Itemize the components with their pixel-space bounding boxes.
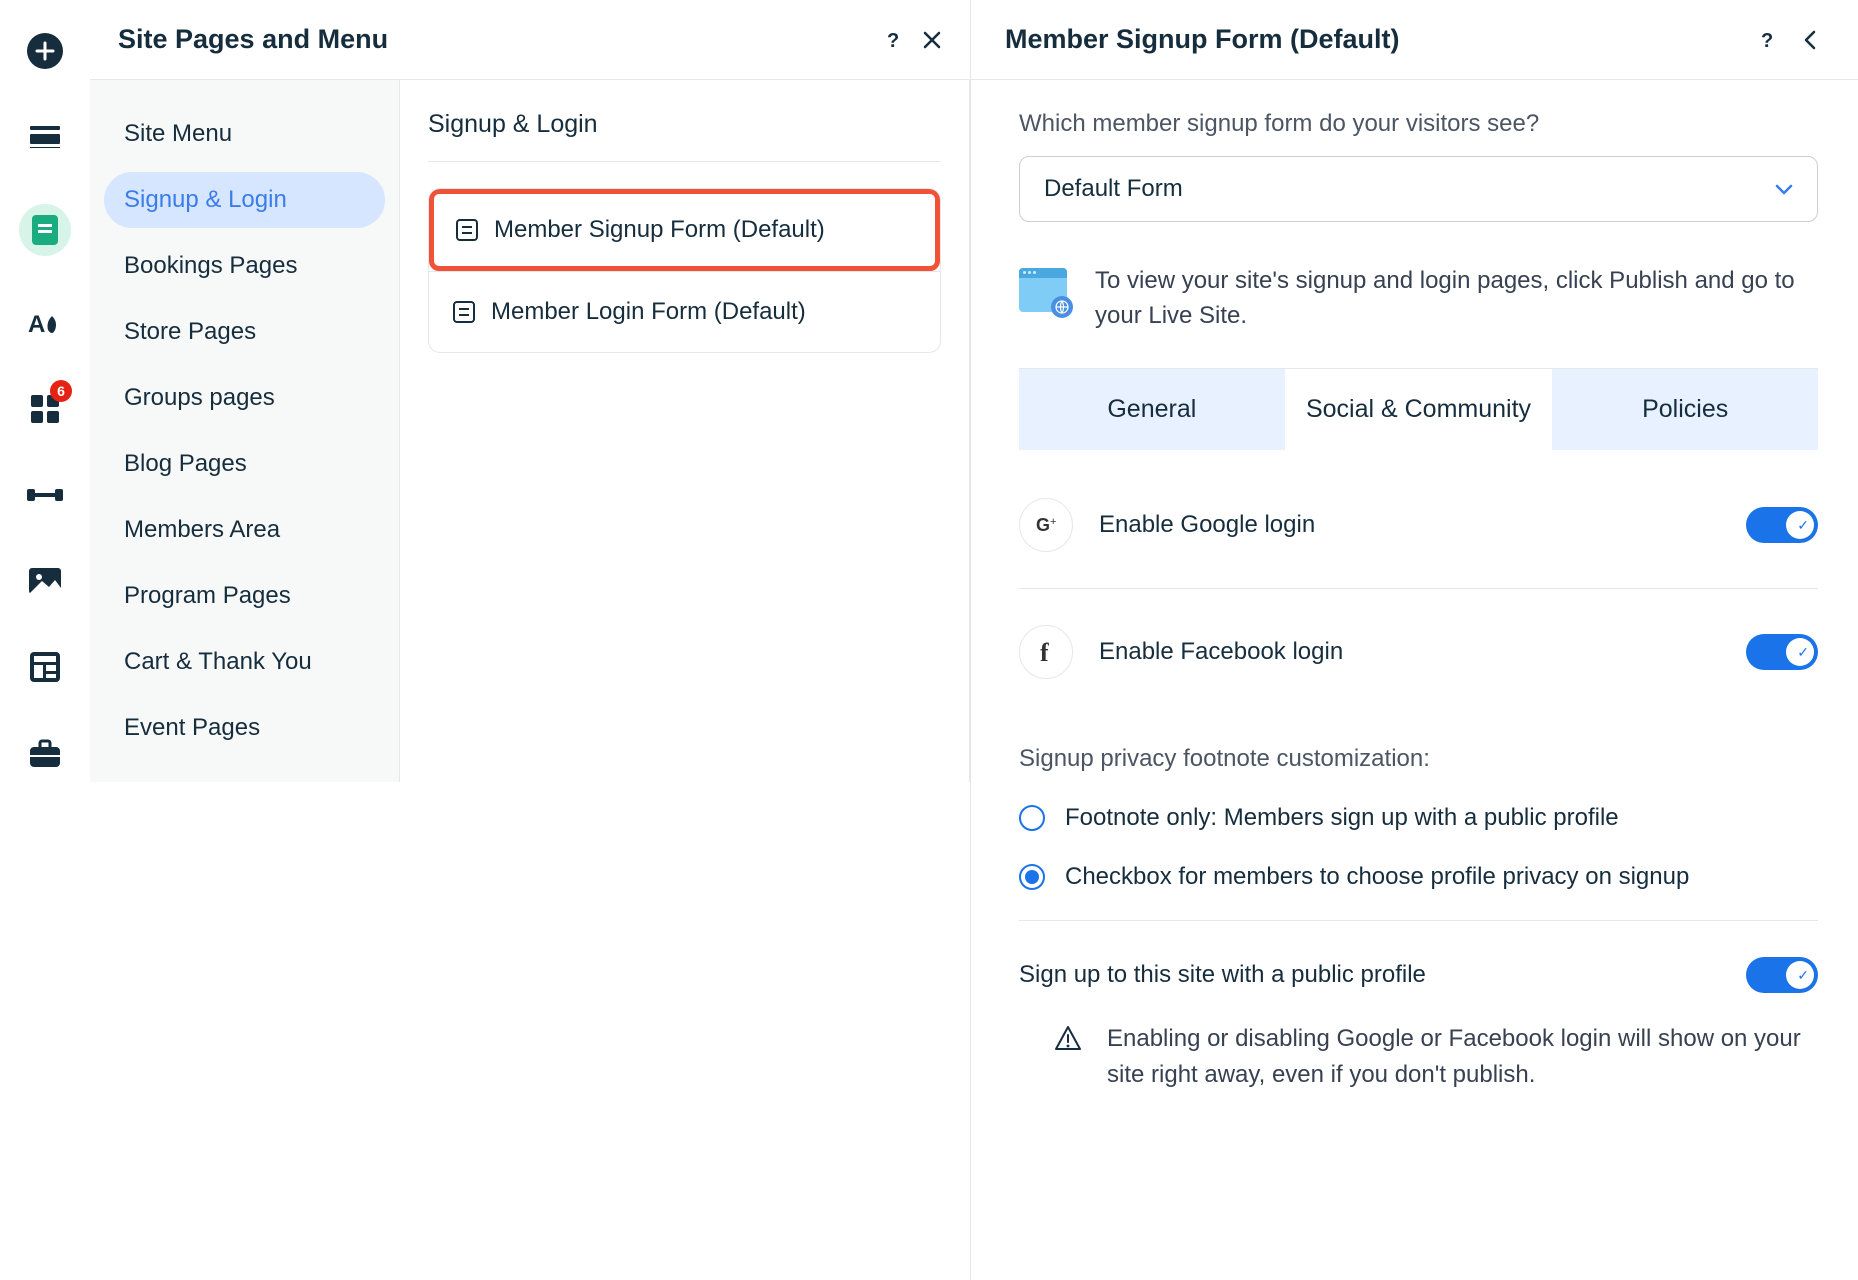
svg-text:?: ? — [1761, 30, 1773, 51]
form-row-label: Member Signup Form (Default) — [494, 216, 825, 244]
google-login-toggle[interactable]: ✓ — [1746, 507, 1818, 543]
help-icon[interactable]: ? — [878, 26, 906, 54]
sidebar-item-site-menu[interactable]: Site Menu — [104, 106, 385, 162]
pages-panel-header: Site Pages and Menu ? — [90, 0, 970, 80]
tab-general[interactable]: General — [1019, 369, 1285, 450]
warning-row: Enabling or disabling Google or Facebook… — [1019, 1021, 1818, 1093]
radio-icon — [1019, 864, 1045, 890]
facebook-login-row: f Enable Facebook login ✓ — [1019, 588, 1818, 715]
select-value: Default Form — [1044, 175, 1183, 203]
sidebar-item-blog[interactable]: Blog Pages — [104, 436, 385, 492]
back-icon[interactable] — [1796, 26, 1824, 54]
page-categories: Site Menu Signup & Login Bookings Pages … — [90, 80, 399, 782]
sections-icon[interactable] — [26, 118, 64, 156]
add-icon[interactable] — [26, 32, 64, 70]
radio-label: Footnote only: Members sign up with a pu… — [1065, 801, 1619, 835]
forms-list: Member Signup Form (Default) Member Logi… — [428, 188, 941, 353]
warning-text: Enabling or disabling Google or Facebook… — [1107, 1021, 1818, 1093]
help-icon[interactable]: ? — [1752, 26, 1780, 54]
public-profile-toggle[interactable]: ✓ — [1746, 957, 1818, 993]
facebook-icon: f — [1019, 625, 1073, 679]
svg-text:A: A — [28, 311, 45, 338]
google-login-row: G+ Enable Google login ✓ — [1019, 462, 1818, 588]
form-icon — [456, 219, 478, 241]
settings-title: Member Signup Form (Default) — [1005, 24, 1400, 55]
google-icon: G+ — [1019, 498, 1073, 552]
pages-icon[interactable] — [19, 204, 71, 256]
sidebar-item-groups[interactable]: Groups pages — [104, 370, 385, 426]
radio-icon — [1019, 805, 1045, 831]
chevron-down-icon — [1775, 175, 1793, 203]
form-select[interactable]: Default Form — [1019, 156, 1818, 222]
close-icon[interactable] — [918, 26, 946, 54]
svg-text:f: f — [1040, 638, 1049, 666]
sidebar-item-cart[interactable]: Cart & Thank You — [104, 634, 385, 690]
form-question: Which member signup form do your visitor… — [1019, 110, 1818, 138]
warning-icon — [1053, 1025, 1083, 1051]
apps-icon[interactable]: 6 — [26, 390, 64, 428]
settings-tabs: General Social & Community Policies — [1019, 369, 1818, 450]
publish-info: To view your site's signup and login pag… — [1019, 264, 1818, 369]
info-text: To view your site's signup and login pag… — [1095, 264, 1818, 334]
sidebar-item-signup-login[interactable]: Signup & Login — [104, 172, 385, 228]
svg-text:+: + — [1050, 516, 1056, 528]
tab-social[interactable]: Social & Community — [1285, 369, 1552, 450]
layout-icon[interactable] — [26, 648, 64, 686]
radio-label: Checkbox for members to choose profile p… — [1065, 860, 1689, 894]
sidebar-item-bookings[interactable]: Bookings Pages — [104, 238, 385, 294]
radio-footnote-only[interactable]: Footnote only: Members sign up with a pu… — [1019, 801, 1818, 835]
svg-text:?: ? — [887, 30, 899, 51]
sidebar-item-store[interactable]: Store Pages — [104, 304, 385, 360]
sidebar-item-event[interactable]: Event Pages — [104, 700, 385, 756]
fitness-icon[interactable] — [26, 476, 64, 514]
form-row-login[interactable]: Member Login Form (Default) — [429, 271, 940, 352]
form-row-label: Member Login Form (Default) — [491, 298, 806, 326]
sidebar-item-program[interactable]: Program Pages — [104, 568, 385, 624]
public-profile-row: Sign up to this site with a public profi… — [1019, 920, 1818, 1021]
theme-icon[interactable]: A — [26, 304, 64, 342]
google-login-label: Enable Google login — [1099, 511, 1720, 539]
facebook-login-toggle[interactable]: ✓ — [1746, 634, 1818, 670]
public-profile-label: Sign up to this site with a public profi… — [1019, 961, 1746, 989]
media-icon[interactable] — [26, 562, 64, 600]
forms-list-title: Signup & Login — [428, 110, 941, 162]
tool-rail: A 6 — [0, 0, 90, 1280]
form-row-signup[interactable]: Member Signup Form (Default) — [429, 189, 940, 271]
svg-text:G: G — [1036, 515, 1050, 535]
tab-policies[interactable]: Policies — [1551, 369, 1818, 450]
browser-icon — [1019, 268, 1067, 312]
footnote-section-label: Signup privacy footnote customization: — [1019, 745, 1818, 773]
form-icon — [453, 301, 475, 323]
facebook-login-label: Enable Facebook login — [1099, 638, 1720, 666]
radio-checkbox-privacy[interactable]: Checkbox for members to choose profile p… — [1019, 860, 1818, 894]
business-icon[interactable] — [26, 734, 64, 772]
panel-title: Site Pages and Menu — [118, 24, 388, 55]
sidebar-item-members[interactable]: Members Area — [104, 502, 385, 558]
settings-header: Member Signup Form (Default) ? — [971, 0, 1858, 80]
apps-badge: 6 — [50, 380, 72, 402]
